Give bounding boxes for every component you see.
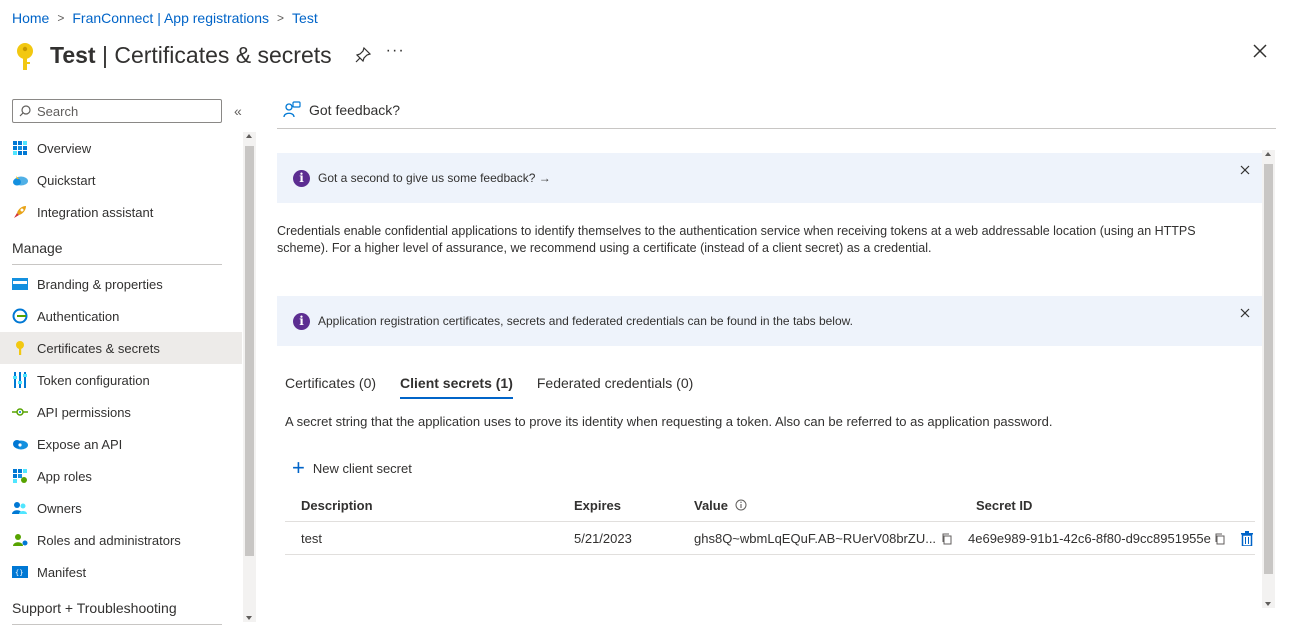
sidebar: Search « Overview Quickstart Integration…: [0, 92, 256, 629]
authentication-icon: [12, 308, 28, 324]
search-icon: [19, 105, 31, 117]
breadcrumb-app-registrations[interactable]: FranConnect | App registrations: [72, 10, 269, 26]
sidebar-item-expose-api[interactable]: Expose an API: [0, 428, 242, 460]
credential-tabs: Certificates (0) Client secrets (1) Fede…: [285, 375, 717, 399]
scroll-down-icon[interactable]: [1265, 602, 1271, 606]
manifest-icon: {}: [12, 564, 28, 580]
feedback-label: Got feedback?: [309, 102, 401, 118]
secret-expires: 5/21/2023: [574, 530, 632, 546]
new-client-secret-button[interactable]: + New client secret: [292, 455, 412, 480]
scroll-down-icon[interactable]: [246, 616, 252, 620]
sidebar-item-roles-administrators[interactable]: Roles and administrators: [0, 524, 242, 556]
dismiss-icon[interactable]: [1240, 165, 1250, 175]
column-header-secret-id[interactable]: Secret ID: [976, 498, 1032, 513]
info-icon: i: [293, 169, 310, 187]
pin-icon[interactable]: [354, 46, 372, 64]
info-icon: i: [293, 312, 310, 330]
tab-federated-credentials[interactable]: Federated credentials (0): [537, 375, 693, 399]
copy-icon[interactable]: [1214, 533, 1226, 545]
table-row: test 5/21/2023 ghs8Q~wbmLqEQuF.AB~RUerV0…: [285, 522, 1255, 555]
token-config-icon: [12, 372, 28, 388]
close-icon[interactable]: [1252, 43, 1268, 59]
sidebar-item-integration-assistant[interactable]: Integration assistant: [0, 196, 242, 228]
secret-id: 4e69e989-91b1-42c6-8f80-d9cc8951955e: [968, 530, 1211, 546]
client-secrets-table: Description Expires Value Secret ID test…: [285, 489, 1255, 555]
breadcrumb-home[interactable]: Home: [12, 10, 49, 26]
search-input[interactable]: Search: [12, 99, 222, 123]
overview-icon: [12, 140, 28, 156]
scrollbar-thumb[interactable]: [1264, 164, 1273, 574]
collapse-sidebar-button[interactable]: «: [234, 103, 242, 119]
section-manage: Manage: [12, 240, 63, 256]
sidebar-item-manifest[interactable]: {} Manifest: [0, 556, 242, 588]
sidebar-item-api-permissions[interactable]: API permissions: [0, 396, 242, 428]
sidebar-item-certificates-secrets[interactable]: Certificates & secrets: [0, 332, 242, 364]
key-icon: [12, 340, 28, 356]
feedback-button[interactable]: Got feedback?: [277, 92, 1276, 129]
section-support-troubleshooting: Support + Troubleshooting: [12, 600, 177, 616]
main-scrollbar[interactable]: [1262, 150, 1275, 608]
owners-icon: [12, 500, 28, 516]
credentials-description: Credentials enable confidential applicat…: [277, 224, 1196, 255]
dismiss-icon[interactable]: [1240, 308, 1250, 318]
sidebar-item-authentication[interactable]: Authentication: [0, 300, 242, 332]
chevron-right-icon: >: [277, 11, 285, 25]
api-permissions-icon: [12, 404, 28, 420]
scroll-up-icon[interactable]: [1265, 152, 1271, 156]
key-icon: [17, 43, 33, 70]
tab-client-secrets[interactable]: Client secrets (1): [400, 375, 513, 399]
secret-value: ghs8Q~wbmLqEQuF.AB~RUerV08brZU...: [694, 530, 937, 546]
more-options-button[interactable]: ···: [386, 42, 405, 60]
breadcrumb-test[interactable]: Test: [292, 10, 318, 26]
sidebar-scrollbar[interactable]: [243, 132, 256, 622]
svg-text:{}: {}: [15, 569, 23, 577]
sidebar-item-token-configuration[interactable]: Token configuration: [0, 364, 242, 396]
info-icon[interactable]: [735, 499, 747, 511]
scrollbar-thumb[interactable]: [245, 146, 254, 556]
feedback-banner[interactable]: i Got a second to give us some feedback?…: [277, 153, 1262, 203]
feedback-icon: [283, 101, 301, 118]
add-icon: +: [292, 455, 305, 480]
column-header-value[interactable]: Value: [694, 498, 747, 513]
tab-certificates[interactable]: Certificates (0): [285, 375, 376, 399]
sidebar-nav: Overview Quickstart Integration assistan…: [0, 132, 242, 628]
app-roles-icon: [12, 468, 28, 484]
scroll-up-icon[interactable]: [246, 134, 252, 138]
divider: [12, 264, 222, 265]
cloud-icon: [12, 436, 28, 452]
column-header-description[interactable]: Description: [301, 498, 373, 513]
breadcrumb: Home > FranConnect | App registrations >…: [12, 10, 318, 26]
chevron-right-icon: >: [57, 11, 65, 25]
delete-icon[interactable]: [1241, 531, 1253, 546]
feedback-banner-text: Got a second to give us some feedback? →: [318, 171, 551, 185]
page-header: Test | Certificates & secrets ···: [14, 38, 405, 72]
rocket-icon: [12, 204, 28, 220]
sidebar-item-quickstart[interactable]: Quickstart: [0, 164, 242, 196]
copy-icon[interactable]: [941, 533, 953, 545]
column-header-expires[interactable]: Expires: [574, 498, 621, 513]
search-placeholder: Search: [37, 103, 79, 119]
page-title: Test | Certificates & secrets: [50, 41, 332, 68]
quickstart-icon: [12, 172, 28, 188]
secret-description: test: [301, 530, 322, 546]
roles-admin-icon: [12, 532, 28, 548]
sidebar-item-branding[interactable]: Branding & properties: [0, 268, 242, 300]
divider: [12, 624, 222, 625]
sidebar-item-owners[interactable]: Owners: [0, 492, 242, 524]
client-secrets-description: A secret string that the application use…: [285, 414, 1053, 429]
sidebar-item-overview[interactable]: Overview: [0, 132, 242, 164]
table-header: Description Expires Value Secret ID: [285, 489, 1255, 522]
tabs-info-banner: i Application registration certificates,…: [277, 296, 1262, 346]
tabs-info-text: Application registration certificates, s…: [318, 314, 853, 328]
sidebar-item-app-roles[interactable]: App roles: [0, 460, 242, 492]
branding-icon: [12, 276, 28, 292]
